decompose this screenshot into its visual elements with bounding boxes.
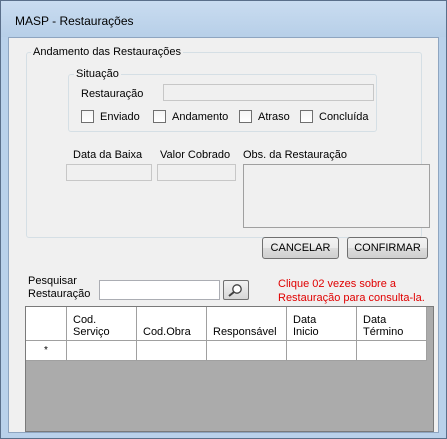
magnifier-icon bbox=[228, 284, 242, 297]
obs-textarea[interactable] bbox=[243, 164, 430, 228]
grid-column-header[interactable]: Cod. Serviço bbox=[67, 307, 137, 341]
obs-label: Obs. da Restauração bbox=[243, 149, 347, 161]
grid-column-header-line2: Serviço bbox=[73, 326, 110, 338]
data-baixa-field[interactable] bbox=[66, 164, 152, 181]
grid-column-header[interactable]: Data Inicio bbox=[287, 307, 357, 341]
grid-cell[interactable] bbox=[67, 341, 137, 361]
confirmar-button[interactable]: CONFIRMAR bbox=[347, 237, 428, 259]
situacao-group-legend: Situação bbox=[74, 68, 121, 80]
window-title: MASP - Restaurações bbox=[15, 14, 134, 28]
search-input[interactable] bbox=[99, 280, 220, 300]
grid-cell[interactable] bbox=[287, 341, 357, 361]
cancelar-button[interactable]: CANCELAR bbox=[262, 237, 339, 259]
restauracao-field[interactable] bbox=[163, 84, 374, 101]
checkbox-enviado-label: Enviado bbox=[100, 110, 140, 123]
checkbox-enviado[interactable]: Enviado bbox=[81, 110, 140, 123]
grid-header-row: Cod. Serviço Cod.Obra Responsável Data I… bbox=[26, 307, 427, 341]
form-client-area: Andamento das Restaurações Situação Rest… bbox=[8, 37, 439, 433]
checkbox-concluida[interactable]: Concluída bbox=[300, 110, 369, 123]
grid-column-header[interactable]: Cod.Obra bbox=[137, 307, 207, 341]
grid-column-header[interactable]: Responsável bbox=[207, 307, 287, 341]
grid-row-header-corner bbox=[26, 307, 67, 341]
grid-column-header-line2: Inicio bbox=[293, 326, 319, 338]
grid-new-row-marker[interactable]: * bbox=[26, 341, 67, 361]
checkbox-atraso-label: Atraso bbox=[258, 110, 290, 123]
grid-cell[interactable] bbox=[207, 341, 287, 361]
title-bar[interactable]: MASP - Restaurações bbox=[1, 1, 446, 37]
search-label-line1: Pesquisar bbox=[28, 275, 77, 287]
grid-column-header[interactable]: Data Término bbox=[357, 307, 427, 341]
checkbox-enviado-box[interactable] bbox=[81, 110, 94, 123]
andamento-group-legend: Andamento das Restaurações bbox=[31, 46, 183, 58]
grid-column-header-line2: Cod.Obra bbox=[143, 326, 191, 338]
checkbox-andamento[interactable]: Andamento bbox=[153, 110, 228, 123]
window: MASP - Restaurações Andamento das Restau… bbox=[0, 0, 447, 439]
valor-cobrado-label: Valor Cobrado bbox=[160, 149, 231, 161]
checkbox-concluida-label: Concluída bbox=[319, 110, 369, 123]
grid-column-header-line1: Cod. bbox=[73, 314, 97, 326]
grid-cell[interactable] bbox=[137, 341, 207, 361]
search-hint-line1: Clique 02 vezes sobre a bbox=[278, 278, 397, 290]
search-label-line2: Restauração bbox=[28, 288, 91, 300]
grid-cell[interactable] bbox=[357, 341, 427, 361]
grid-column-header-line2: Responsável bbox=[213, 326, 277, 338]
grid-column-header-line1: Data bbox=[293, 314, 317, 326]
checkbox-andamento-box[interactable] bbox=[153, 110, 166, 123]
valor-cobrado-field[interactable] bbox=[157, 164, 236, 181]
grid-column-header-line1: Data bbox=[363, 314, 387, 326]
search-hint-line2: Restauração para consulta-la. bbox=[278, 292, 425, 304]
data-baixa-label: Data da Baixa bbox=[73, 149, 143, 161]
checkbox-concluida-box[interactable] bbox=[300, 110, 313, 123]
situacao-group bbox=[68, 74, 377, 132]
restauracoes-grid[interactable]: Cod. Serviço Cod.Obra Responsável Data I… bbox=[25, 306, 434, 432]
restauracao-label: Restauração bbox=[81, 88, 144, 100]
checkbox-atraso-box[interactable] bbox=[239, 110, 252, 123]
checkbox-atraso[interactable]: Atraso bbox=[239, 110, 290, 123]
checkbox-andamento-label: Andamento bbox=[172, 110, 229, 123]
search-button[interactable] bbox=[223, 280, 249, 300]
grid-new-row[interactable]: * bbox=[26, 341, 427, 361]
grid-column-header-line2: Término bbox=[363, 326, 404, 338]
